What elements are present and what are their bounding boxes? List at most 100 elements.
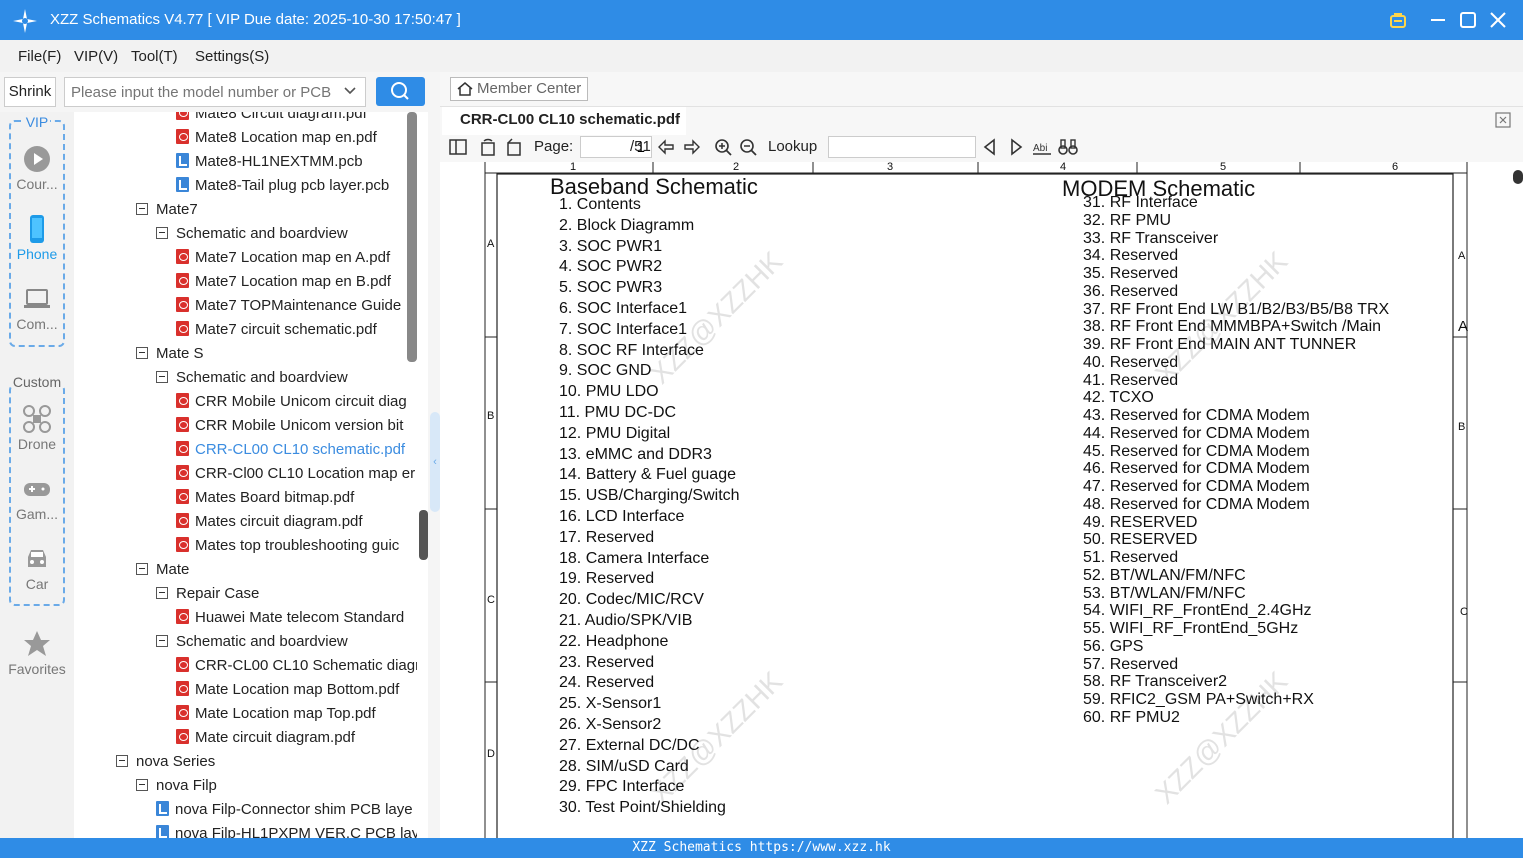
tree-file[interactable]: CRR Mobile Unicom circuit diag [176,390,407,414]
pdf-file-icon [176,129,189,144]
tree-folder[interactable]: Mate7 [136,198,198,222]
tree-file[interactable]: Mate7 circuit schematic.pdf [176,318,377,342]
tab-document[interactable]: CRR-CL00 CL10 schematic.pdf [442,107,686,135]
tree-file[interactable]: nova Filp-Connector shim PCB laye [156,798,413,822]
baseband-item: 12. PMU Digital [559,424,671,442]
chevron-down-icon[interactable] [343,82,357,103]
close-tab-icon[interactable] [1495,112,1511,128]
search-combobox[interactable] [64,77,366,107]
tree-item-label: Mate8-HL1NEXTMM.pcb [195,153,363,170]
prev-page-icon[interactable] [656,137,676,157]
tree-scrollbar[interactable] [407,112,417,362]
scroll-thumb[interactable] [1513,170,1523,184]
collapse-toggle-icon[interactable] [116,755,128,767]
match-case-icon[interactable]: Abi [1032,137,1052,157]
tree-folder[interactable]: Schematic and boardview [156,366,348,390]
rotate-left-icon[interactable] [478,137,498,157]
zoom-in-icon[interactable] [713,137,733,157]
minimize-button[interactable] [1426,8,1450,32]
sidebar-item-drone[interactable]: Drone [0,404,74,452]
find-next-icon[interactable] [1006,137,1026,157]
tree-file[interactable]: Mate Location map Bottom.pdf [176,678,399,702]
tree-file[interactable]: Mate8-Tail plug pcb layer.pcb [176,174,389,198]
column-number: 2 [733,162,740,173]
zoom-out-icon[interactable] [738,137,758,157]
find-binoculars-icon[interactable] [1058,137,1078,157]
tree-file[interactable]: Mate8 Circuit diagram.pdf [176,112,367,126]
tree-folder[interactable]: Repair Case [156,582,259,606]
collapse-toggle-icon[interactable] [156,371,168,383]
collapse-toggle-icon[interactable] [156,227,168,239]
tree-file[interactable]: Mates circuit diagram.pdf [176,510,363,534]
tree-file[interactable]: Mate7 TOPMaintenance Guide [176,294,401,318]
tree-file[interactable]: Mate8 Location map en.pdf [176,126,377,150]
sidebar-item-game[interactable]: Gam... [0,474,74,522]
modem-item: 31. RF Interface [1083,194,1198,211]
collapse-toggle-icon[interactable] [136,203,148,215]
baseband-item: 9. SOC GND [559,362,652,380]
tree-folder[interactable]: Schematic and boardview [156,630,348,654]
tree-file[interactable]: Mate7 Location map en A.pdf [176,246,390,270]
menu-vip[interactable]: VIP(V) [74,48,118,65]
tree-file[interactable]: Mate Location map Top.pdf [176,702,376,726]
menu-settings[interactable]: Settings(S) [195,48,269,65]
panel-scrollbar[interactable] [419,510,428,560]
tree-item-label: Mate Location map Bottom.pdf [195,681,400,698]
collapse-toggle-icon[interactable] [136,347,148,359]
tree-file[interactable]: Mates Board bitmap.pdf [176,486,354,510]
maximize-button[interactable] [1456,8,1480,32]
document-scrollbar[interactable] [1513,162,1523,838]
laptop-icon [24,289,50,308]
sidebar-toggle-icon[interactable] [448,137,468,157]
lookup-input[interactable] [828,136,976,158]
find-prev-icon[interactable] [980,137,1000,157]
document-page[interactable]: Baseband Schematic MODEM Schematic 12345… [440,162,1513,838]
baseband-item: 30. Test Point/Shielding [559,799,726,817]
tree-file[interactable]: CRR-CL00 CL10 Schematic diagr [176,654,417,678]
tree-folder[interactable]: nova Series [116,750,215,774]
panel-splitter[interactable]: ‹ [428,112,440,838]
tree-file[interactable]: Mates top troubleshooting guic [176,534,399,558]
menu-file[interactable]: File(F) [18,48,61,65]
rotate-right-icon[interactable] [504,137,524,157]
collapse-toggle-icon[interactable] [136,563,148,575]
search-button[interactable] [376,77,425,106]
baseband-item: 28. SIM/uSD Card [559,757,689,775]
modem-item: 56. GPS [1083,637,1144,655]
modem-item: 58. RF Transceiver2 [1083,673,1228,691]
tree-file[interactable]: Mate circuit diagram.pdf [176,726,355,750]
tree-file[interactable]: nova Filp-HL1PXPM VER.C PCB lay [156,822,417,838]
collapse-toggle-icon[interactable] [136,779,148,791]
modem-item: 45. Reserved for CDMA Modem [1083,442,1310,460]
collapse-handle[interactable]: ‹ [430,412,440,512]
sidebar-item-phone[interactable]: Phone [0,214,74,262]
sidebar-item-favorites[interactable]: Favorites [0,629,74,677]
collapse-toggle-icon[interactable] [156,587,168,599]
tree-file[interactable]: CRR Mobile Unicom version bit [176,414,403,438]
tree-file[interactable]: Mate7 Location map en B.pdf [176,270,391,294]
modem-item: 40. Reserved [1083,353,1179,371]
sidebar-item-car[interactable]: Car [0,544,74,592]
sidebar-item-course[interactable]: Cour... [0,144,74,192]
tree-file[interactable]: CRR-Cl00 CL10 Location map er [176,462,415,486]
menu-tool[interactable]: Tool(T) [131,48,178,65]
tree-folder[interactable]: nova Filp [136,774,217,798]
shrink-button[interactable]: Shrink [4,77,56,107]
next-page-icon[interactable] [682,137,702,157]
tree-folder[interactable]: Schematic and boardview [156,222,348,246]
tree-folder[interactable]: Mate [136,558,189,582]
tree-file[interactable]: CRR-CL00 CL10 schematic.pdf [176,438,405,462]
close-button[interactable] [1486,8,1510,32]
tree-file[interactable]: Huawei Mate telecom Standard [176,606,404,630]
tree-file[interactable]: Mate8-HL1NEXTMM.pcb [176,150,363,174]
tree-folder[interactable]: Mate S [136,342,204,366]
vip-bag-icon[interactable] [1386,8,1410,32]
collapse-toggle-icon[interactable] [156,635,168,647]
modem-item: 36. Reserved [1083,282,1179,300]
column-number: 1 [570,162,577,173]
member-center-button[interactable]: Member Center [450,77,588,101]
sidebar-item-computer[interactable]: Com... [0,284,74,332]
baseband-item: 8. SOC RF Interface [559,341,704,359]
search-input[interactable] [71,82,339,102]
pdf-file-icon [176,417,189,432]
